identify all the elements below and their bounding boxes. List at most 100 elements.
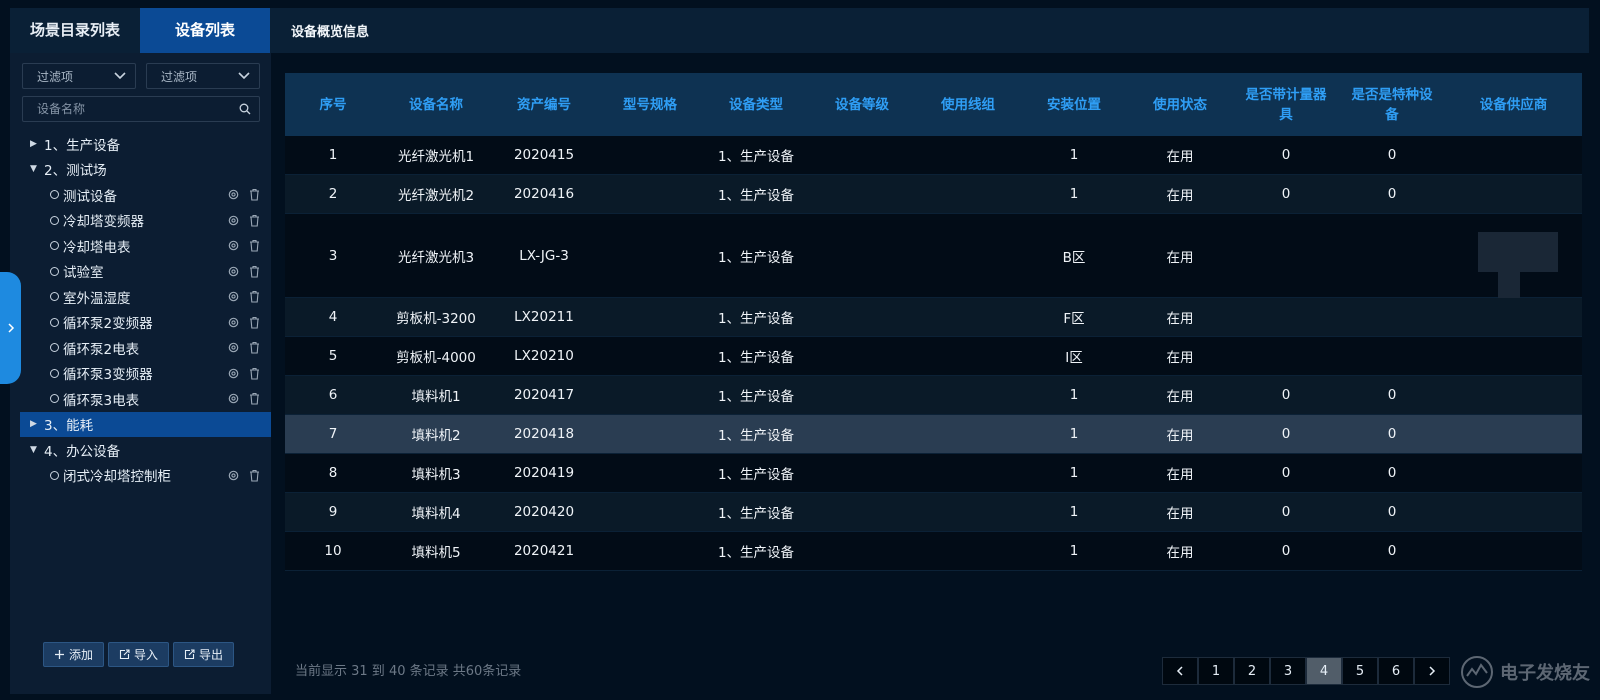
tree-leaf[interactable]: 循环泵2电表 <box>20 335 271 361</box>
gear-icon[interactable] <box>227 392 240 405</box>
trash-icon[interactable] <box>248 290 261 303</box>
cell-device-name: 填料机2 <box>411 428 461 444</box>
trash-icon[interactable] <box>248 214 261 227</box>
tab-device-list[interactable]: 设备列表 <box>140 8 270 53</box>
left-action-buttons: 添加 导入 导出 <box>43 642 235 667</box>
watermark-text: 电子发烧友 <box>1500 663 1590 684</box>
prev-page-button[interactable] <box>1162 657 1198 685</box>
caret-down-icon[interactable]: ▼ <box>30 164 44 174</box>
column-header-device-name[interactable]: 设备名称 <box>381 73 491 136</box>
cell-device-name: 填料机4 <box>411 506 461 522</box>
trash-icon[interactable] <box>248 239 261 252</box>
cell-asset-number: LX-JG-3 <box>519 247 569 264</box>
table-row[interactable]: 2 光纤激光机2 2020416 1、生产设备 1 在用 0 0 <box>285 175 1582 214</box>
page-button[interactable]: 1 <box>1198 657 1234 685</box>
tree-leaf[interactable]: 闭式冷却塔控制柜 <box>20 463 271 489</box>
export-button[interactable]: 导出 <box>173 642 235 667</box>
gear-icon[interactable] <box>227 341 240 354</box>
cell-device-name: 光纤激光机3 <box>397 249 475 266</box>
cell-model-spec <box>597 454 703 492</box>
trash-icon[interactable] <box>248 367 261 380</box>
gear-icon[interactable] <box>227 469 240 482</box>
cell-device-name: 剪板机-4000 <box>396 350 476 366</box>
import-button[interactable]: 导入 <box>108 642 170 667</box>
table-row[interactable]: 7 填料机2 2020418 1、生产设备 1 在用 0 0 <box>285 415 1582 454</box>
cell-asset-number: 2020417 <box>513 387 575 403</box>
page-button[interactable]: 6 <box>1378 657 1414 685</box>
gear-icon[interactable] <box>227 188 240 201</box>
page-button[interactable]: 3 <box>1270 657 1306 685</box>
tree-leaf[interactable]: 循环泵3电表 <box>20 386 271 412</box>
page-button[interactable]: 5 <box>1342 657 1378 685</box>
gear-icon[interactable] <box>227 239 240 252</box>
page-button-current[interactable]: 4 <box>1306 657 1342 685</box>
gear-icon[interactable] <box>227 214 240 227</box>
column-header-install-location[interactable]: 安装位置 <box>1021 73 1127 136</box>
trash-icon[interactable] <box>248 469 261 482</box>
column-header-device-grade[interactable]: 设备等级 <box>809 73 915 136</box>
sidebar-toggle-tab[interactable] <box>0 272 21 384</box>
trash-icon[interactable] <box>248 188 261 201</box>
table-row[interactable]: 8 填料机3 2020419 1、生产设备 1 在用 0 0 <box>285 454 1582 493</box>
column-header-has-meter[interactable]: 是否带计量器具 <box>1233 73 1339 136</box>
filter-select-1[interactable]: 过滤项 <box>22 63 136 89</box>
column-header-device-type[interactable]: 设备类型 <box>703 73 809 136</box>
column-header-model-spec[interactable]: 型号规格 <box>597 73 703 136</box>
caret-right-icon[interactable]: ▶ <box>30 139 44 149</box>
column-header-usage-status[interactable]: 使用状态 <box>1127 73 1233 136</box>
tree-category-test-field[interactable]: ▼ 2、测试场 <box>20 157 271 183</box>
page-button[interactable]: 2 <box>1234 657 1270 685</box>
column-header-asset-number[interactable]: 资产编号 <box>491 73 597 136</box>
gear-icon[interactable] <box>227 367 240 380</box>
next-page-button[interactable] <box>1414 657 1450 685</box>
gear-icon[interactable] <box>227 265 240 278</box>
tree-leaf[interactable]: 测试设备 <box>20 182 271 208</box>
tree-leaf[interactable]: 试验室 <box>20 259 271 285</box>
node-actions <box>227 367 261 380</box>
search-icon[interactable] <box>239 103 251 115</box>
gear-icon[interactable] <box>227 290 240 303</box>
tab-scene-directory[interactable]: 场景目录列表 <box>10 8 140 53</box>
tree-category-office[interactable]: ▼ 4、办公设备 <box>20 437 271 463</box>
filter-select-2[interactable]: 过滤项 <box>146 63 260 89</box>
cell-device-type: 1、生产设备 <box>717 149 795 165</box>
tree-leaf[interactable]: 冷却塔电表 <box>20 233 271 259</box>
column-header-index[interactable]: 序号 <box>285 73 381 136</box>
gear-icon[interactable] <box>227 316 240 329</box>
node-circle-icon <box>50 394 59 404</box>
column-header-supplier[interactable]: 设备供应商 <box>1445 73 1582 136</box>
table-row[interactable]: 3 光纤激光机3 LX-JG-3 1、生产设备 B区 在用 <box>285 214 1582 298</box>
tree-leaf[interactable]: 循环泵2变频器 <box>20 310 271 336</box>
cell-has-meter: 0 <box>1281 387 1291 403</box>
table-row[interactable]: 6 填料机1 2020417 1、生产设备 1 在用 0 0 <box>285 376 1582 415</box>
caret-right-icon[interactable]: ▶ <box>30 419 44 429</box>
tree-leaf[interactable]: 冷却塔变频器 <box>20 208 271 234</box>
cell-model-spec <box>597 532 703 570</box>
column-header-is-special[interactable]: 是否是特种设备 <box>1339 73 1445 136</box>
chevron-down-icon <box>238 72 250 80</box>
node-circle-icon <box>50 241 59 251</box>
cell-supplier <box>1445 175 1582 213</box>
add-button[interactable]: 添加 <box>43 642 105 667</box>
cell-line-group <box>915 136 1021 174</box>
table-row[interactable]: 10 填料机5 2020421 1、生产设备 1 在用 0 0 <box>285 532 1582 571</box>
cell-is-special: 0 <box>1387 387 1397 403</box>
trash-icon[interactable] <box>248 341 261 354</box>
caret-down-icon[interactable]: ▼ <box>30 445 44 455</box>
trash-icon[interactable] <box>248 265 261 278</box>
tree-category-production[interactable]: ▶ 1、生产设备 <box>20 131 271 157</box>
table-row[interactable]: 9 填料机4 2020420 1、生产设备 1 在用 0 0 <box>285 493 1582 532</box>
device-search-input[interactable] <box>37 102 239 116</box>
column-header-line-group[interactable]: 使用线组 <box>915 73 1021 136</box>
cell-install-location: 1 <box>1069 465 1079 481</box>
table-row[interactable]: 4 剪板机-3200 LX20211 1、生产设备 F区 在用 <box>285 298 1582 337</box>
tree-category-energy[interactable]: ▶ 3、能耗 <box>20 411 271 437</box>
tree-leaf[interactable]: 循环泵3变频器 <box>20 361 271 387</box>
cell-device-grade <box>809 298 915 336</box>
trash-icon[interactable] <box>248 316 261 329</box>
trash-icon[interactable] <box>248 392 261 405</box>
table-row[interactable]: 1 光纤激光机1 2020415 1、生产设备 1 在用 0 0 <box>285 136 1582 175</box>
table-row[interactable]: 5 剪板机-4000 LX20210 1、生产设备 I区 在用 <box>285 337 1582 376</box>
tree-leaf[interactable]: 室外温湿度 <box>20 284 271 310</box>
cell-line-group <box>915 337 1021 375</box>
